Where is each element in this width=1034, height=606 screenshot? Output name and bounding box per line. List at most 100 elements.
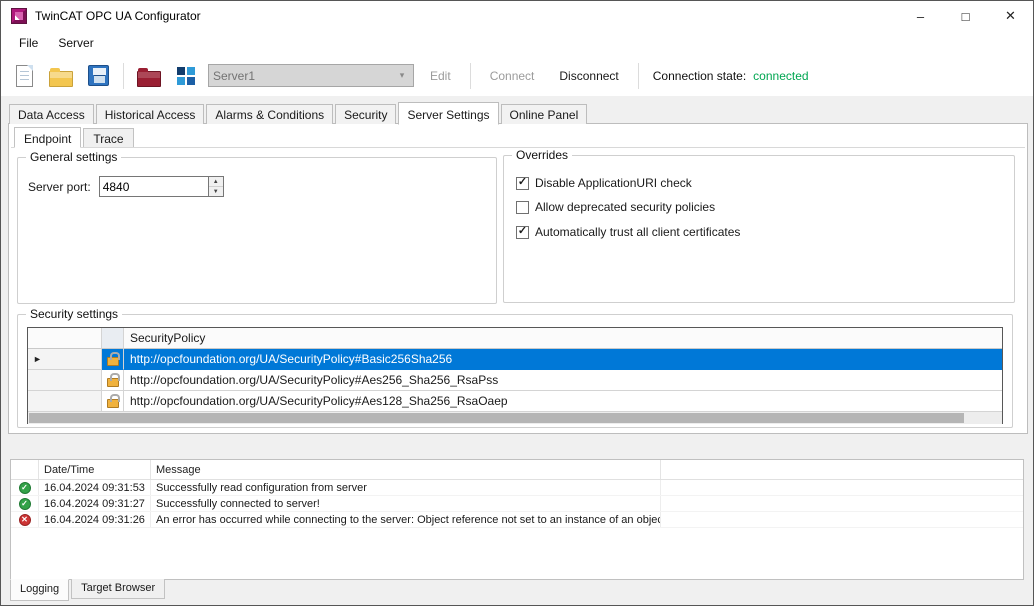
server-port-spinner — [209, 176, 224, 197]
minimize-button[interactable]: – — [898, 1, 943, 31]
app-icon — [11, 8, 27, 24]
security-policy-value: http://opcfoundation.org/UA/SecurityPoli… — [124, 370, 1002, 391]
log-row[interactable]: ✓ 16.04.2024 09:31:27 Successfully conne… — [11, 496, 1023, 512]
tab-trace[interactable]: Trace — [83, 128, 133, 147]
security-policy-value: http://opcfoundation.org/UA/SecurityPoli… — [124, 391, 1002, 412]
security-policy-row[interactable]: ► http://opcfoundation.org/UA/SecurityPo… — [28, 349, 1002, 370]
horizontal-scrollbar[interactable] — [28, 412, 1002, 424]
security-policy-row[interactable]: http://opcfoundation.org/UA/SecurityPoli… — [28, 391, 1002, 412]
title-bar: TwinCAT OPC UA Configurator – □ ✕ — [1, 1, 1033, 31]
new-document-icon — [16, 65, 33, 87]
tab-server-settings[interactable]: Server Settings — [398, 102, 498, 125]
tab-alarms-conditions[interactable]: Alarms & Conditions — [206, 104, 333, 124]
window-title: TwinCAT OPC UA Configurator — [35, 9, 201, 23]
checkbox-box: ✓ — [516, 177, 529, 190]
toolbar-separator — [470, 63, 471, 89]
log-message: Successfully read configuration from ser… — [151, 480, 661, 495]
window-controls: – □ ✕ — [898, 1, 1033, 31]
lock-icon — [107, 399, 119, 408]
error-icon: ✕ — [19, 514, 31, 526]
security-policy-row[interactable]: http://opcfoundation.org/UA/SecurityPoli… — [28, 370, 1002, 391]
checkbox-label: Disable ApplicationURI check — [535, 176, 692, 190]
status-column-header — [11, 460, 39, 479]
edit-button[interactable]: Edit — [421, 64, 460, 88]
success-icon: ✓ — [19, 498, 31, 510]
tab-logging[interactable]: Logging — [10, 579, 69, 601]
spin-up-button[interactable] — [209, 177, 223, 187]
log-row[interactable]: ✓ 16.04.2024 09:31:53 Successfully read … — [11, 480, 1023, 496]
chevron-down-icon — [395, 70, 409, 81]
checkbox-label: Automatically trust all client certifica… — [535, 225, 740, 239]
menu-server[interactable]: Server — [48, 33, 103, 53]
target-browser-button[interactable] — [171, 61, 201, 91]
general-settings-title: General settings — [26, 150, 121, 164]
overrides-group: Overrides ✓ Disable ApplicationURI check… — [503, 155, 1015, 303]
security-grid-header: SecurityPolicy — [28, 328, 1002, 349]
general-settings-group: General settings Server port: — [17, 157, 497, 304]
row-header-cell — [28, 328, 102, 349]
log-datetime: 16.04.2024 09:31:26 — [39, 512, 151, 527]
open-from-target-button[interactable] — [134, 61, 164, 91]
log-datetime: 16.04.2024 09:31:53 — [39, 480, 151, 495]
security-policy-column-header[interactable]: SecurityPolicy — [124, 328, 1002, 349]
server-select[interactable]: Server1 — [208, 64, 414, 87]
security-policy-value: http://opcfoundation.org/UA/SecurityPoli… — [124, 349, 1002, 370]
row-selector-arrow: ► — [33, 354, 42, 364]
close-button[interactable]: ✕ — [988, 1, 1033, 31]
tab-security[interactable]: Security — [335, 104, 396, 124]
blocks-icon — [175, 65, 197, 87]
new-project-button[interactable] — [9, 61, 39, 91]
sub-tab-strip: Endpoint Trace — [14, 127, 136, 147]
main-tab-strip: Data Access Historical Access Alarms & C… — [9, 100, 589, 124]
logging-panel: Date/Time Message ✓ 16.04.2024 09:31:53 … — [10, 459, 1024, 580]
disconnect-button[interactable]: Disconnect — [550, 64, 627, 88]
server-settings-page: Endpoint Trace General settings Server p… — [8, 123, 1028, 434]
log-message: Successfully connected to server! — [151, 496, 661, 511]
scrollbar-thumb[interactable] — [29, 413, 964, 423]
log-message: An error has occurred while connecting t… — [151, 512, 661, 527]
tab-historical-access[interactable]: Historical Access — [96, 104, 205, 124]
save-project-button[interactable] — [83, 61, 113, 91]
red-folder-icon — [137, 71, 161, 87]
toolbar-separator — [123, 63, 124, 89]
tab-endpoint[interactable]: Endpoint — [14, 127, 81, 148]
bottom-tab-strip: Logging Target Browser — [10, 579, 167, 601]
save-icon — [88, 65, 109, 86]
log-grid-header: Date/Time Message — [11, 460, 1023, 480]
checkbox-disable-applicationuri-check[interactable]: ✓ Disable ApplicationURI check — [516, 176, 692, 190]
open-project-button[interactable] — [46, 61, 76, 91]
toolbar: Server1 Edit Connect Disconnect Connecti… — [1, 55, 1033, 96]
tab-target-browser[interactable]: Target Browser — [71, 579, 165, 599]
lock-icon — [107, 357, 119, 366]
checkbox-box — [516, 201, 529, 214]
tab-data-access[interactable]: Data Access — [9, 104, 94, 124]
app-window: TwinCAT OPC UA Configurator – □ ✕ File S… — [0, 0, 1034, 606]
checkbox-box: ✓ — [516, 226, 529, 239]
server-port-label: Server port: — [28, 180, 91, 194]
filler-column — [661, 460, 1023, 479]
connection-state-label: Connection state: — [653, 69, 746, 83]
tab-online-panel[interactable]: Online Panel — [501, 104, 588, 124]
icon-column-header — [102, 328, 124, 349]
maximize-button[interactable]: □ — [943, 1, 988, 31]
security-settings-group: Security settings SecurityPolicy ► http:… — [17, 314, 1013, 428]
checkbox-allow-deprecated-security-policies[interactable]: Allow deprecated security policies — [516, 200, 715, 214]
spin-down-button[interactable] — [209, 187, 223, 196]
log-row[interactable]: ✕ 16.04.2024 09:31:26 An error has occur… — [11, 512, 1023, 528]
security-policy-grid: SecurityPolicy ► http://opcfoundation.or… — [27, 327, 1003, 424]
checkbox-trust-all-client-certificates[interactable]: ✓ Automatically trust all client certifi… — [516, 225, 740, 239]
server-select-value: Server1 — [213, 69, 255, 83]
connection-state-value: connected — [753, 69, 808, 83]
datetime-column-header[interactable]: Date/Time — [39, 460, 151, 479]
server-port-input[interactable] — [99, 176, 209, 197]
checkbox-label: Allow deprecated security policies — [535, 200, 715, 214]
menu-bar: File Server — [1, 31, 1033, 55]
toolbar-separator — [638, 63, 639, 89]
lock-icon — [107, 378, 119, 387]
open-folder-icon — [49, 71, 73, 87]
security-settings-title: Security settings — [26, 307, 122, 321]
menu-file[interactable]: File — [9, 33, 48, 53]
message-column-header[interactable]: Message — [151, 460, 661, 479]
connect-button[interactable]: Connect — [481, 64, 544, 88]
success-icon: ✓ — [19, 482, 31, 494]
